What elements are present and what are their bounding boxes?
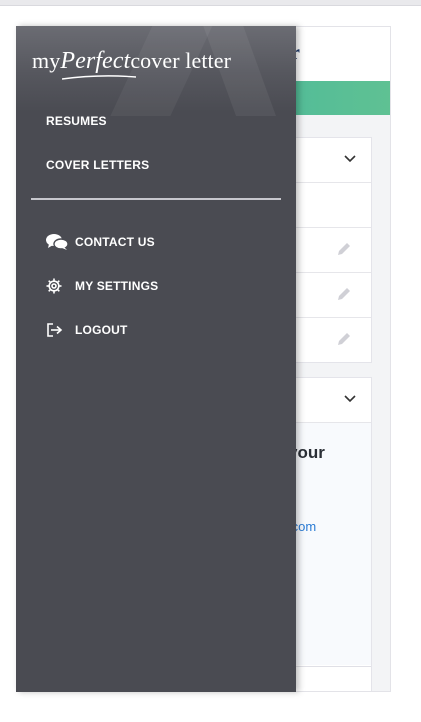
logo-text-my: my <box>32 48 61 73</box>
gear-icon <box>46 278 68 294</box>
drawer-header: myPerfectcover letter <box>16 26 296 116</box>
nav-item-label: MY SETTINGS <box>75 279 159 293</box>
nav-divider <box>31 198 281 200</box>
pencil-icon[interactable] <box>335 330 353 348</box>
chevron-down-icon[interactable] <box>343 152 357 166</box>
pencil-icon[interactable] <box>335 240 353 258</box>
nav-item-my-settings[interactable]: MY SETTINGS <box>46 278 158 294</box>
logout-icon <box>46 322 68 338</box>
logo-text-perfect: Perfect <box>60 48 131 74</box>
brand-logo[interactable]: myPerfectcover letter <box>32 48 232 80</box>
nav-item-contact-us[interactable]: CONTACT US <box>46 234 155 250</box>
nav-item-label: RESUMES <box>46 114 107 128</box>
browser-top-strip <box>0 0 421 6</box>
chevron-down-icon[interactable] <box>343 392 357 406</box>
nav-drawer: myPerfectcover letter RESUMES COVER LETT… <box>16 26 296 692</box>
nav-item-label: COVER LETTERS <box>46 158 150 172</box>
nav-item-resumes[interactable]: RESUMES <box>46 114 107 128</box>
nav-item-cover-letters[interactable]: COVER LETTERS <box>46 158 149 172</box>
nav-item-logout[interactable]: LOGOUT <box>46 322 128 338</box>
logo-text-cover-letter: cover letter <box>130 48 232 73</box>
logo-swoosh <box>62 75 136 80</box>
nav-item-label: LOGOUT <box>75 323 128 337</box>
chat-bubbles-icon <box>46 234 68 250</box>
nav-item-label: CONTACT US <box>75 235 155 249</box>
pencil-icon[interactable] <box>335 285 353 303</box>
